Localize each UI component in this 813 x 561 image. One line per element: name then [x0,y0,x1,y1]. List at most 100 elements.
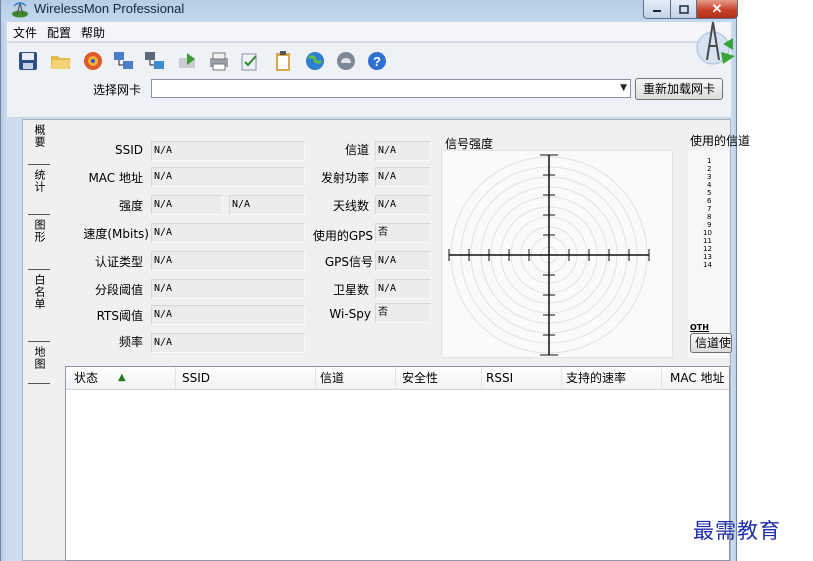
wispy-value: 否 [375,303,431,323]
channel-usage-button[interactable]: 信道使用 [690,333,732,353]
tab-graph[interactable]: 图形 [28,215,50,270]
mac-value: N/A [151,167,305,187]
column-rssi[interactable]: RSSI [482,367,562,390]
satellite-count-label: 卫星数 [332,283,369,297]
column-mac[interactable]: MAC 地址 [662,367,729,390]
column-channel-label: 信道 [320,371,345,385]
frequency-value: N/A [151,333,305,353]
auth-value: N/A [151,251,305,271]
sort-ascending-icon: ▲ [118,372,126,383]
frequency-label: 频率 [118,335,143,349]
reload-nic-button[interactable]: 重新加载网卡 [635,78,723,100]
save-icon[interactable] [17,50,39,72]
tab-statistics[interactable]: 统计 [28,165,50,215]
menu-help[interactable]: 帮助 [81,24,105,41]
tx-power-value: N/A [375,167,431,187]
column-status-label: 状态 [74,371,99,385]
cloud-icon[interactable] [335,50,357,72]
channel-number: 11 [703,237,712,245]
channel-number: 8 [707,213,712,221]
wireless-antenna-icon [12,2,28,18]
globe-icon[interactable] [304,50,326,72]
menu-file[interactable]: 文件 [13,24,37,41]
column-rssi-label: RSSI [486,371,514,385]
print-icon[interactable] [208,50,230,72]
column-security[interactable]: 安全性 [396,367,482,390]
antenna-count-value: N/A [375,195,431,215]
network-list[interactable]: 状态 ▲ SSID 信道 安全性 RSSI 支持的速率 MAC 地址 [65,366,730,561]
channel-usage-title: 使用的信道 [690,134,751,148]
strength-value-2: N/A [229,195,305,215]
clipboard-icon[interactable] [272,50,294,72]
auth-label: 认证类型 [94,255,143,269]
tab-whitelist[interactable]: 白名单 [28,270,50,342]
channel-number: 2 [707,165,712,173]
column-ssid[interactable]: SSID [176,367,316,390]
tab-graph-label: 图形 [33,219,46,243]
window-title: WirelessMon Professional [34,1,185,16]
satellite-count-value: N/A [375,279,431,299]
column-rates[interactable]: 支持的速率 [562,367,662,390]
close-icon: ✕ [711,1,723,16]
nic-select[interactable]: ▼ [151,79,631,98]
toolbar: ? 选择网卡 ▼ 重新加载网卡 [7,43,731,118]
gps-used-label: 使用的GPS [312,229,373,243]
export-icon[interactable] [177,50,199,72]
gps-used-value: 否 [375,223,431,243]
fragment-threshold-value: N/A [151,279,305,299]
network-graph-icon[interactable] [113,50,135,72]
tab-map[interactable]: 地图 [28,342,50,384]
channel-number: 10 [703,229,712,237]
tab-statistics-label: 统计 [33,169,46,193]
view-tabs: 概要 统计 图形 白名单 地图 [28,120,50,390]
watermark: 最需教育 [693,519,781,543]
signal-strength-radar [441,150,673,358]
column-rates-label: 支持的速率 [566,371,627,385]
channel-number: 7 [707,205,712,213]
channel-other-label: OTH [690,323,709,332]
minimize-button[interactable] [643,0,671,19]
menu-config[interactable]: 配置 [47,24,71,41]
help-icon[interactable]: ? [366,50,388,72]
open-folder-icon[interactable] [50,50,72,72]
rts-threshold-label: RTS阈值 [96,309,143,323]
svg-text:?: ? [373,54,381,69]
app-window: WirelessMon Professional ✕ 文件 配置 帮助 ? 选择… [0,0,750,561]
column-ssid-label: SSID [182,371,211,385]
tab-map-label: 地图 [33,346,46,370]
strength-label: 强度 [118,199,143,213]
chevron-down-icon: ▼ [620,83,627,93]
channel-number: 4 [707,181,712,189]
channel-number: 12 [703,245,712,253]
column-status[interactable]: 状态 ▲ [66,367,176,390]
channel-number: 5 [707,189,712,197]
nic-select-label: 选择网卡 [93,83,142,97]
rts-threshold-value: N/A [151,305,305,325]
ssid-label: SSID [114,143,143,157]
antenna-count-label: 天线数 [332,199,369,213]
channel-number: 3 [707,173,712,181]
tab-whitelist-label: 白名单 [33,274,46,310]
radar-svg [448,154,650,356]
channel-number: 6 [707,197,712,205]
column-security-label: 安全性 [402,371,439,385]
channel-number: 13 [703,253,712,261]
gps-signal-value: N/A [375,251,431,271]
maximize-icon [678,4,689,14]
wirelessmon-logo-icon [696,21,735,65]
column-channel[interactable]: 信道 [316,367,396,390]
gps-signal-label: GPS信号 [324,255,373,269]
network-graph-2-icon[interactable] [144,50,166,72]
speed-label: 速度(Mbits) [83,227,149,241]
network-list-header: 状态 ▲ SSID 信道 安全性 RSSI 支持的速率 MAC 地址 [66,367,729,390]
check-report-icon[interactable] [239,50,261,72]
title-bar[interactable]: WirelessMon Professional ✕ [1,0,738,22]
speed-value: N/A [151,223,305,243]
channel-number: 1 [707,157,712,165]
tab-summary[interactable]: 概要 [28,120,50,165]
tab-summary-label: 概要 [33,124,46,148]
mac-label: MAC 地址 [88,171,143,185]
fragment-threshold-label: 分段阈值 [94,283,143,297]
record-icon[interactable] [82,50,104,72]
ssid-value: N/A [151,141,305,161]
